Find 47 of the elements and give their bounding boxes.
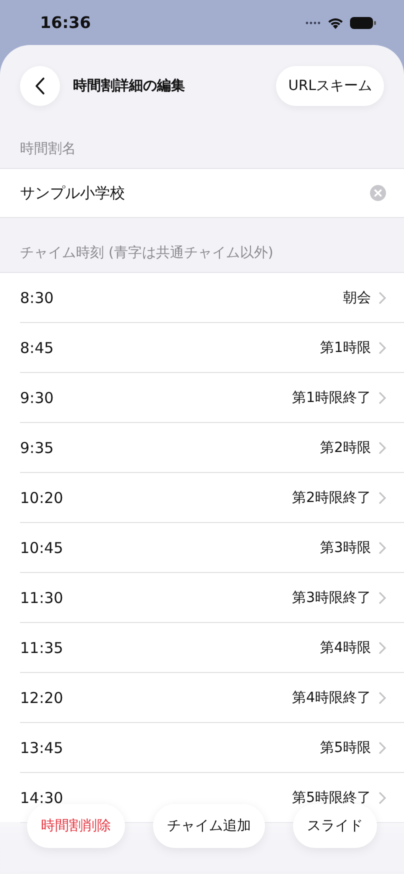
back-button[interactable] — [20, 66, 60, 106]
chime-name[interactable]: 第4時限 — [320, 638, 371, 656]
chime-time[interactable]: 8:30 — [20, 288, 343, 306]
chevron-icon — [379, 692, 386, 704]
chevron-icon — [379, 392, 386, 404]
chime-time[interactable]: 11:30 — [20, 588, 292, 606]
section-label: チャイム時刻 (青字は共通チャイム以外) — [19, 244, 274, 263]
chime-time[interactable]: 10:20 — [20, 488, 292, 506]
chevron-icon — [379, 542, 386, 554]
chevron-icon — [379, 492, 386, 504]
chime-name[interactable]: 第2時限 — [320, 438, 371, 456]
chevron-icon — [379, 592, 386, 604]
page-title: 時間割詳細の編集 — [73, 77, 186, 95]
chime-name[interactable]: 第3時限終了 — [292, 588, 371, 606]
action-button[interactable]: チャイム追加 — [153, 804, 265, 848]
chevron-icon — [379, 742, 386, 754]
chime-time[interactable]: 12:20 — [20, 688, 292, 706]
chevron-icon — [379, 642, 386, 654]
delete-button[interactable]: 時間割削除 — [27, 804, 125, 848]
chime-name[interactable]: 第4時限終了 — [292, 688, 371, 706]
chime-name[interactable]: 第3時限 — [320, 538, 371, 556]
chime-name[interactable]: 第2時限終了 — [292, 488, 371, 506]
chime-name[interactable]: 第1時限 — [320, 338, 371, 356]
chevron-icon — [379, 342, 386, 354]
signal-icon — [305, 20, 321, 24]
name-field[interactable]: サンプル小学校 — [0, 168, 404, 218]
chime-time[interactable]: 9:35 — [20, 438, 320, 456]
back-icon — [35, 77, 45, 95]
chevron-icon — [379, 792, 386, 804]
chevron-icon — [379, 442, 386, 454]
chime-time[interactable]: 9:30 — [20, 388, 292, 406]
chime-time[interactable]: 11:35 — [20, 638, 320, 656]
chime-name[interactable]: 第5時限 — [320, 738, 371, 756]
chime-time[interactable]: 8:45 — [20, 338, 320, 356]
chime-time[interactable]: 13:45 — [20, 738, 320, 756]
status-time: 16:36 — [40, 13, 91, 32]
chime-time[interactable]: 10:45 — [20, 538, 320, 556]
chime-name[interactable]: 朝会 — [343, 288, 371, 306]
wifi-icon — [327, 16, 344, 28]
chime-name[interactable]: 第5時限終了 — [292, 788, 371, 806]
chime-name[interactable]: 第1時限終了 — [292, 388, 371, 406]
url-scheme-button[interactable]: URLスキーム — [276, 66, 384, 106]
action-button[interactable]: スライド — [293, 804, 377, 848]
chime-time[interactable]: 14:30 — [20, 788, 292, 806]
chevron-icon — [379, 292, 386, 304]
section-label: 時間割名 — [19, 140, 77, 159]
battery-icon — [350, 16, 376, 28]
